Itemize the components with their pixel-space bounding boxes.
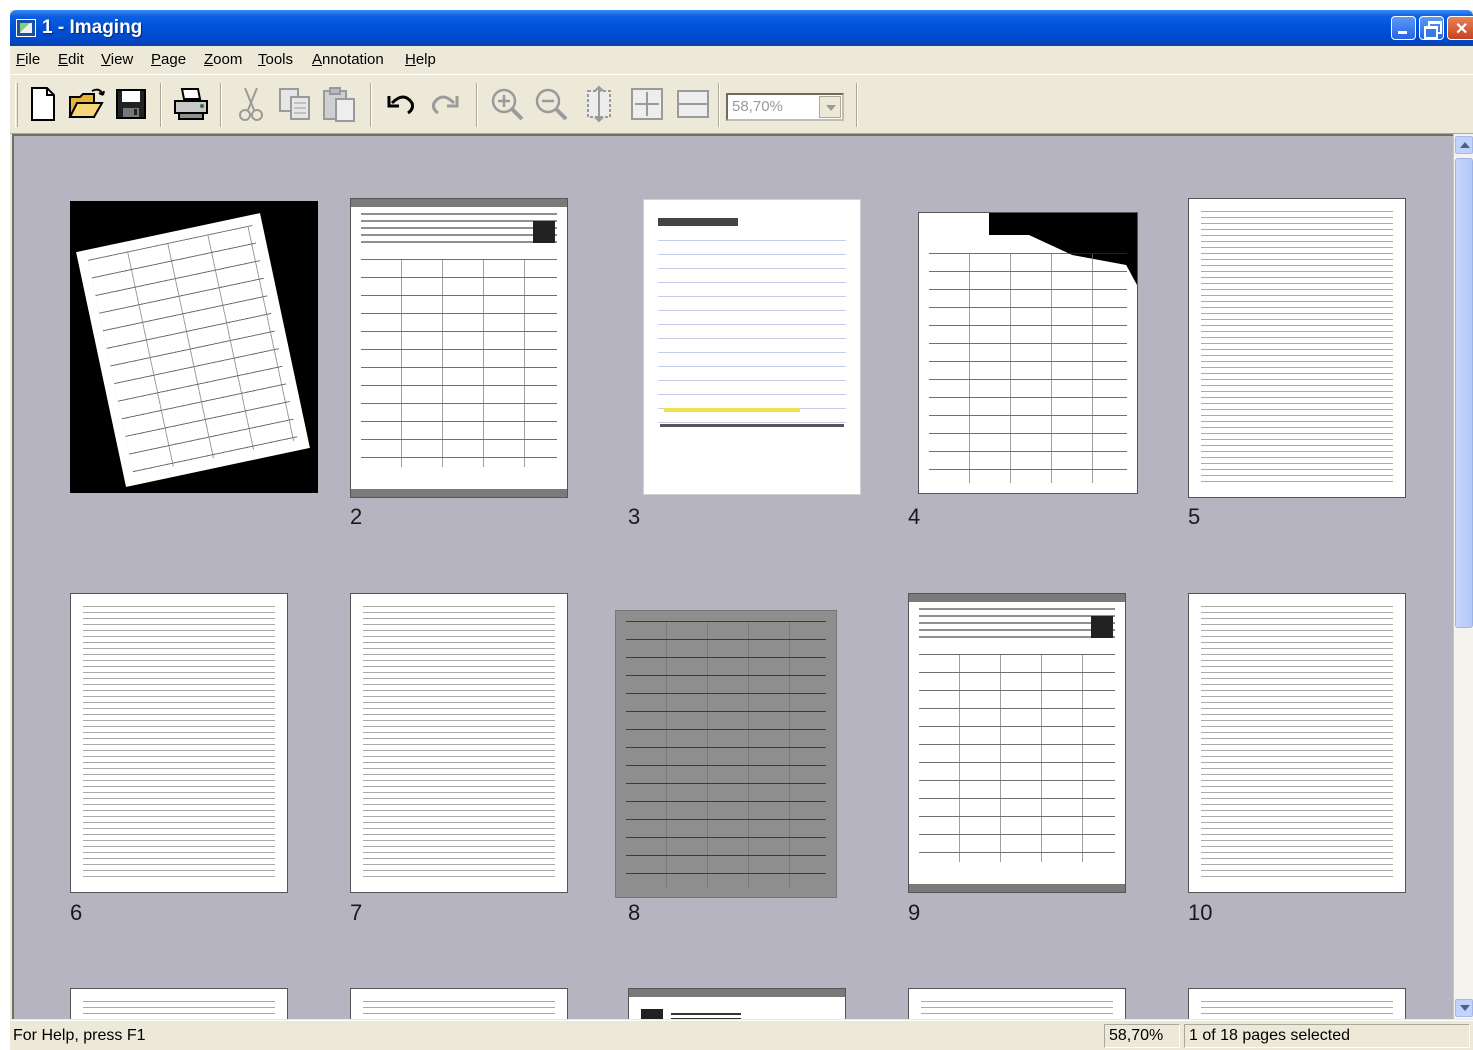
page-image <box>350 593 568 893</box>
menu-zoom[interactable]: Zoom <box>204 51 242 68</box>
menu-view[interactable]: View <box>101 51 133 68</box>
page-image <box>643 199 861 495</box>
page-image <box>70 593 288 893</box>
page-image <box>70 201 318 493</box>
open-button[interactable] <box>66 83 108 125</box>
fit-width-button[interactable] <box>672 83 714 125</box>
status-zoom-panel: 58,70% <box>1104 1024 1180 1048</box>
toolbar-separator <box>370 83 372 127</box>
status-selection-panel: 1 of 18 pages selected <box>1184 1024 1470 1048</box>
paste-icon <box>323 87 355 122</box>
undo-button[interactable] <box>380 83 422 125</box>
fit-height-icon <box>587 85 611 123</box>
toolbar-separator <box>718 83 720 127</box>
new-icon <box>31 87 55 121</box>
vertical-scrollbar[interactable] <box>1453 134 1473 1019</box>
fit-width-icon <box>677 90 709 118</box>
page-image <box>1188 593 1406 893</box>
redo-button[interactable] <box>424 83 466 125</box>
open-folder-icon <box>68 88 105 118</box>
print-button[interactable] <box>170 83 212 125</box>
redo-icon <box>432 95 459 115</box>
zoom-in-button[interactable] <box>486 83 528 125</box>
status-selection: 1 of 18 pages selected <box>1189 1027 1351 1044</box>
page-image <box>908 593 1126 893</box>
toolbar-separator <box>160 83 162 127</box>
menu-annotation[interactable]: Annotation <box>312 51 384 68</box>
zoom-out-button[interactable] <box>530 83 572 125</box>
save-icon <box>116 89 146 119</box>
new-button[interactable] <box>22 83 64 125</box>
imaging-window: 1 - Imaging File Edit View Page Zoom Too… <box>10 10 1473 1050</box>
menu-tools[interactable]: Tools <box>258 51 293 68</box>
toolbar: 58,70% <box>10 74 1473 134</box>
page-image <box>350 198 568 498</box>
page-image <box>908 988 1126 1019</box>
status-help-text: For Help, press F1 <box>13 1027 146 1044</box>
page-image <box>1188 988 1406 1019</box>
page-number-label: 9 <box>908 900 921 925</box>
close-button[interactable] <box>1447 16 1473 40</box>
imaging-app-icon[interactable] <box>16 19 36 37</box>
toolbar-separator <box>220 83 222 127</box>
page-image <box>350 988 568 1019</box>
page-image <box>1188 198 1406 498</box>
page-number-label: 4 <box>908 504 921 529</box>
window-title: 1 - Imaging <box>42 17 143 38</box>
menu-bar: File Edit View Page Zoom Tools Annotatio… <box>10 47 1473 73</box>
page-number-label: 2 <box>350 504 363 529</box>
cut-icon <box>239 87 263 121</box>
fit-page-icon <box>631 88 663 120</box>
paste-button[interactable] <box>318 83 360 125</box>
page-image <box>70 988 288 1019</box>
menu-help[interactable]: Help <box>405 51 436 68</box>
fit-height-button[interactable] <box>578 83 620 125</box>
restore-button[interactable] <box>1419 16 1444 40</box>
page-image <box>628 988 846 1019</box>
page-number-label: 8 <box>628 900 641 925</box>
page-image <box>918 212 1138 494</box>
title-bar[interactable]: 1 - Imaging <box>10 10 1473 46</box>
zoom-out-icon <box>535 88 568 121</box>
menu-page[interactable]: Page <box>151 51 186 68</box>
page-number-label: 6 <box>70 900 83 925</box>
zoom-combo[interactable]: 58,70% <box>726 93 844 121</box>
copy-icon <box>279 88 310 120</box>
menu-edit[interactable]: Edit <box>58 51 84 68</box>
undo-icon <box>387 95 414 115</box>
copy-button[interactable] <box>274 83 316 125</box>
page-number-label: 10 <box>1188 900 1213 925</box>
menu-file[interactable]: File <box>16 51 40 68</box>
scroll-up-button[interactable] <box>1455 136 1473 154</box>
chevron-down-icon[interactable] <box>819 96 841 118</box>
page-image <box>615 610 837 898</box>
thumbnail-view[interactable]: 2 3 4 5 6 7 8 9 10 <box>12 134 1453 1019</box>
cut-button[interactable] <box>230 83 272 125</box>
status-zoom: 58,70% <box>1109 1027 1164 1044</box>
page-number-label: 3 <box>628 504 641 529</box>
fit-page-button[interactable] <box>626 83 668 125</box>
zoom-in-icon <box>491 88 524 121</box>
save-button[interactable] <box>110 83 152 125</box>
zoom-combo-value: 58,70% <box>732 98 783 115</box>
minimize-button[interactable] <box>1391 16 1416 40</box>
toolbar-separator <box>476 83 478 127</box>
status-bar: For Help, press F1 58,70% 1 of 18 pages … <box>10 1020 1473 1050</box>
toolbar-separator <box>856 83 858 127</box>
scrollbar-thumb[interactable] <box>1455 158 1473 628</box>
page-number-label: 5 <box>1188 504 1201 529</box>
toolbar-grip[interactable] <box>15 83 18 127</box>
print-icon <box>174 88 208 120</box>
page-number-label: 7 <box>350 900 363 925</box>
scroll-down-button[interactable] <box>1455 999 1473 1017</box>
